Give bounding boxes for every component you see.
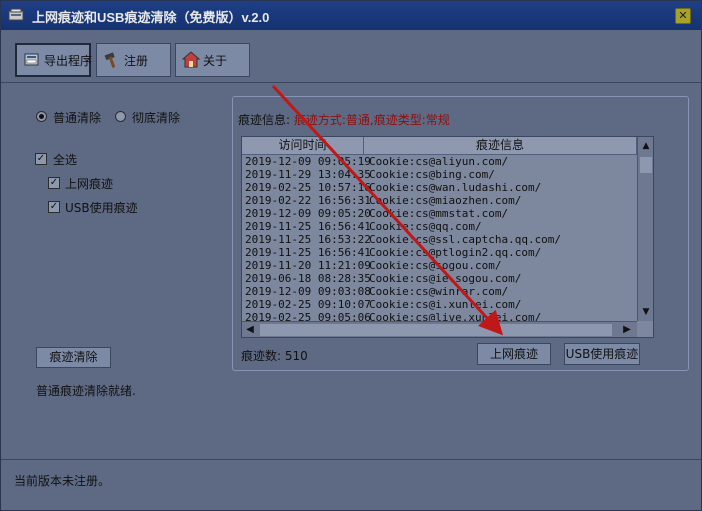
arrow-annotation: [271, 84, 504, 336]
annotation-arrows: [271, 84, 504, 336]
app-window: 上网痕迹和USB痕迹清除（免费版）v.2.0 ✕ 导出程序 注册 关于 普通清除…: [0, 0, 702, 511]
